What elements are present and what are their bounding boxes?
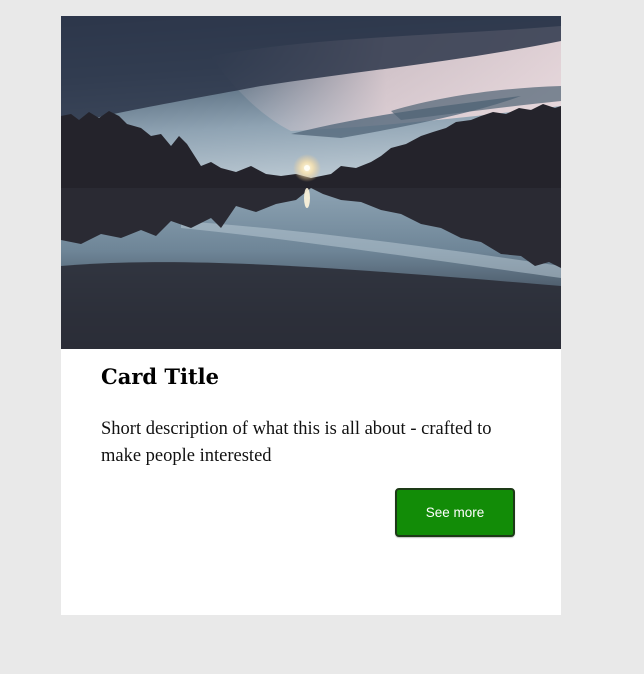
card-image <box>61 16 561 349</box>
card-description: Short description of what this is all ab… <box>101 419 492 466</box>
see-more-button[interactable]: See more <box>395 488 515 537</box>
card-title: Card Title <box>101 364 220 389</box>
card: Card Title Short description of what thi… <box>61 16 561 615</box>
lake-at-dusk-photo <box>61 16 561 349</box>
